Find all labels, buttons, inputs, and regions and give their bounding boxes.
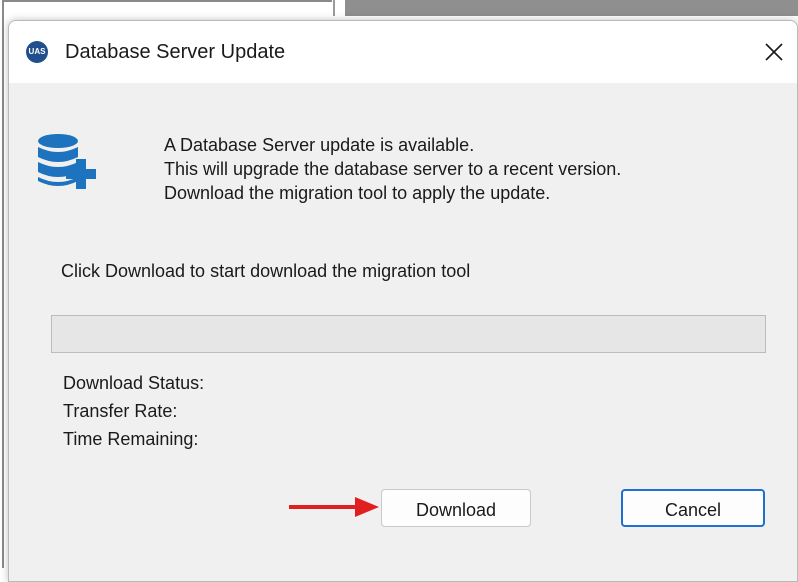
message-line: Download the migration tool to apply the… — [164, 183, 551, 203]
download-button[interactable]: Download — [381, 489, 531, 527]
cancel-button[interactable]: Cancel — [621, 489, 765, 527]
transfer-rate-label: Transfer Rate: — [63, 401, 178, 421]
download-instruction: Click Download to start download the mig… — [61, 261, 471, 281]
red-arrow-icon — [289, 497, 379, 517]
database-server-update-dialog: UAS Database Server Update A Database Se… — [8, 20, 798, 582]
status-labels: Download Status: Transfer Rate: Time Rem… — [63, 369, 204, 453]
download-progress-bar — [51, 315, 766, 353]
close-icon — [765, 43, 783, 61]
download-status-label: Download Status: — [63, 373, 205, 393]
background-window — [345, 0, 798, 16]
close-button[interactable] — [751, 29, 797, 75]
time-remaining-label: Time Remaining: — [63, 429, 199, 449]
message-line: This will upgrade the database server to… — [164, 159, 622, 179]
background-separator — [333, 0, 335, 16]
background-window-edge-left — [2, 0, 4, 568]
background-window-edge — [2, 0, 332, 2]
database-add-icon — [38, 134, 96, 189]
window-title: Database Server Update — [65, 41, 286, 63]
dialog-content: A Database Server update is available. T… — [9, 83, 797, 581]
update-message: A Database Server update is available. T… — [164, 133, 621, 205]
uas-logo-icon: UAS — [26, 41, 48, 63]
title-bar: UAS Database Server Update — [9, 21, 797, 83]
message-line: A Database Server update is available. — [164, 135, 475, 155]
